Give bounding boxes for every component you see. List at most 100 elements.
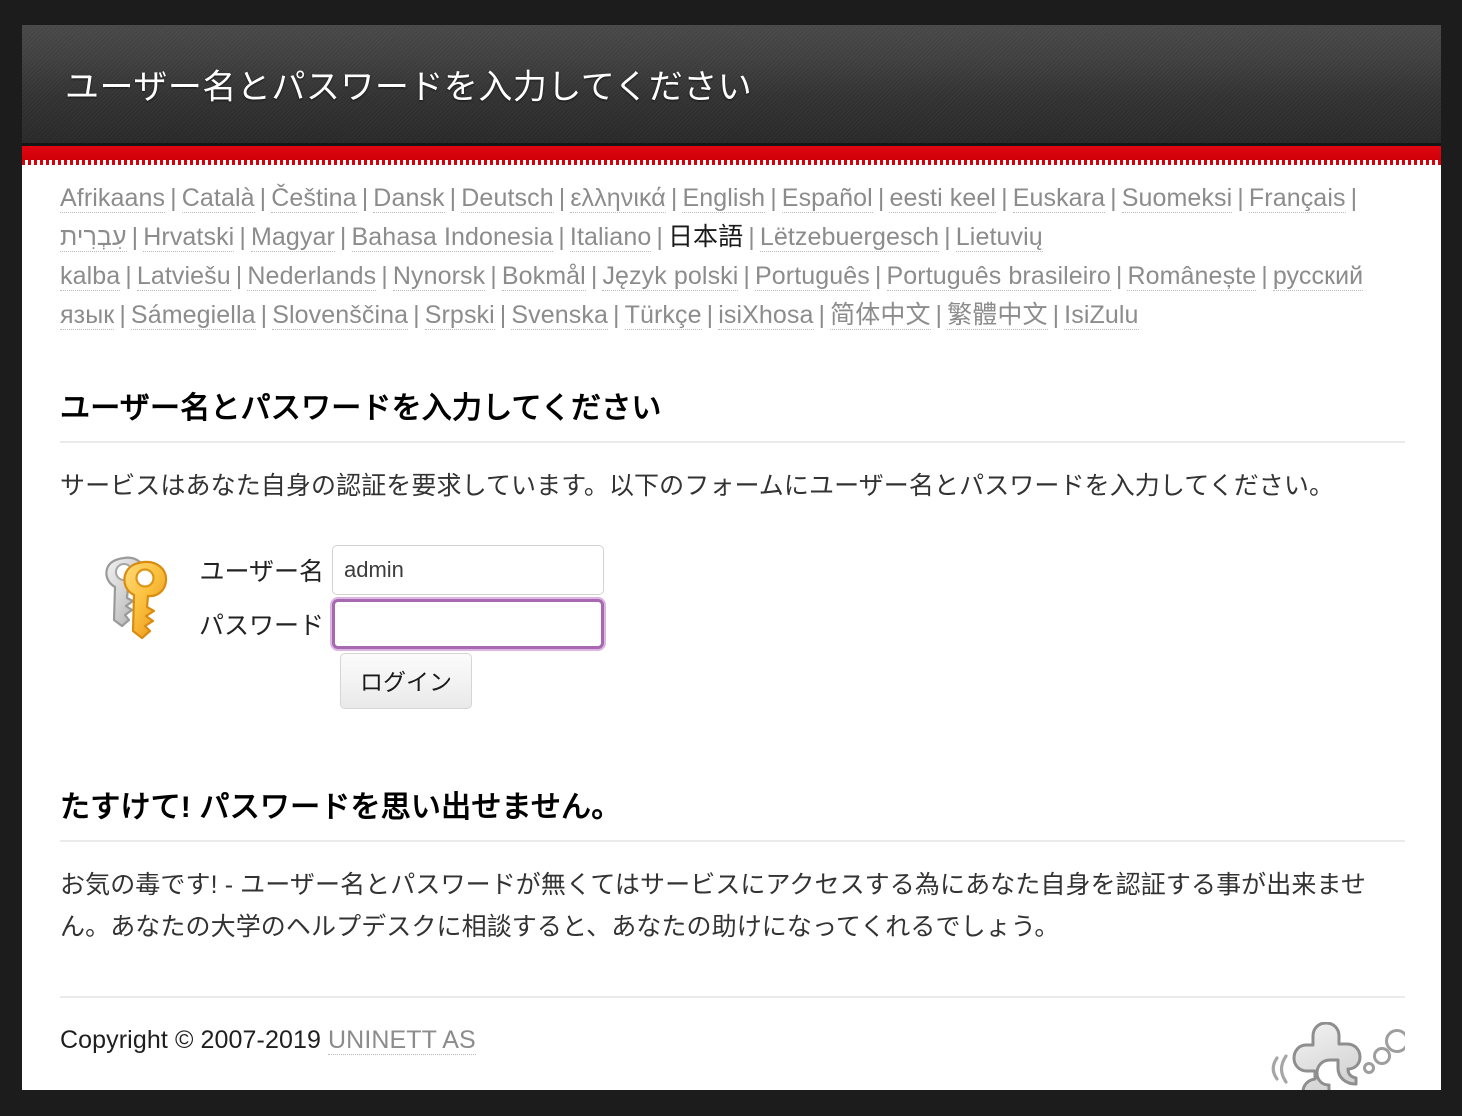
language-link-2[interactable]: Čeština xyxy=(271,184,356,213)
language-separator: | xyxy=(553,223,570,251)
language-separator: | xyxy=(256,301,273,329)
credentials-table: ユーザー名 パスワード ログイン xyxy=(190,545,604,709)
language-separator: | xyxy=(165,184,182,212)
language-separator: | xyxy=(586,262,603,290)
login-heading: ユーザー名とパスワードを入力してください xyxy=(60,383,1405,443)
page-header: ユーザー名とパスワードを入力してください xyxy=(22,25,1441,146)
red-accent-bar xyxy=(22,146,1441,160)
language-link-8[interactable]: eesti keel xyxy=(889,184,996,213)
language-link-25[interactable]: Português xyxy=(755,262,870,291)
page-title: ユーザー名とパスワードを入力してください xyxy=(65,60,752,109)
language-link-35[interactable]: 简体中文 xyxy=(830,301,930,330)
language-separator: | xyxy=(231,262,248,290)
keys-icon xyxy=(100,550,176,662)
language-separator: | xyxy=(931,301,948,329)
language-link-20[interactable]: Latviešu xyxy=(137,262,231,291)
copyright-text: Copyright © 2007-2019 xyxy=(60,1026,321,1054)
language-separator: | xyxy=(651,223,668,251)
language-separator: | xyxy=(873,184,890,212)
language-separator: | xyxy=(1346,184,1363,212)
language-separator: | xyxy=(1256,262,1273,290)
language-separator: | xyxy=(127,223,144,251)
language-link-31[interactable]: Srpski xyxy=(425,301,495,330)
password-field-wrapper[interactable] xyxy=(332,599,604,649)
language-link-3[interactable]: Dansk xyxy=(373,184,444,213)
language-separator: | xyxy=(357,184,374,212)
language-link-13[interactable]: Hrvatski xyxy=(143,223,234,252)
language-separator: | xyxy=(666,184,683,212)
language-link-34[interactable]: isiXhosa xyxy=(718,301,813,330)
password-row: パスワード xyxy=(190,599,604,649)
simplesamlphp-puzzle-logo xyxy=(1265,1022,1405,1090)
language-separator: | xyxy=(996,184,1013,212)
language-link-11[interactable]: Français xyxy=(1249,184,1346,213)
language-link-26[interactable]: Português brasileiro xyxy=(887,262,1111,291)
language-link-21[interactable]: Nederlands xyxy=(247,262,376,291)
language-link-14[interactable]: Magyar xyxy=(251,223,335,252)
language-separator: | xyxy=(1048,301,1065,329)
login-description: サービスはあなた自身の認証を要求しています。以下のフォームにユーザー名とパスワー… xyxy=(60,465,1390,507)
language-separator: | xyxy=(1111,262,1128,290)
language-selector[interactable]: Afrikaans|Català|Čeština|Dansk|Deutsch|ε… xyxy=(22,165,1441,341)
footer-divider xyxy=(60,996,1405,998)
language-link-18[interactable]: Lëtzebuergesch xyxy=(760,223,939,252)
language-link-6[interactable]: English xyxy=(682,184,765,213)
login-form: ユーザー名 パスワード ログイン xyxy=(60,545,1405,740)
language-link-0[interactable]: Afrikaans xyxy=(60,184,165,213)
language-separator: | xyxy=(114,301,131,329)
language-separator: | xyxy=(495,301,512,329)
language-link-24[interactable]: Język polski xyxy=(602,262,738,291)
uninett-link[interactable]: UNINETT AS xyxy=(328,1026,476,1055)
language-separator: | xyxy=(554,184,571,212)
language-separator: | xyxy=(445,184,462,212)
language-link-30[interactable]: Slovenščina xyxy=(272,301,408,330)
language-link-16[interactable]: Italiano xyxy=(570,223,651,252)
username-label: ユーザー名 xyxy=(190,552,332,588)
language-separator: | xyxy=(939,223,956,251)
username-input[interactable] xyxy=(332,545,604,595)
language-separator: | xyxy=(743,223,760,251)
language-link-15[interactable]: Bahasa Indonesia xyxy=(352,223,554,252)
language-separator: | xyxy=(485,262,502,290)
username-row: ユーザー名 xyxy=(190,545,604,595)
main-content: ユーザー名とパスワードを入力してください サービスはあなた自身の認証を要求してい… xyxy=(22,383,1441,1090)
language-separator: | xyxy=(1232,184,1249,212)
help-body: お気の毒です! - ユーザー名とパスワードが無くてはサービスにアクセスする為にあ… xyxy=(60,864,1390,948)
language-separator: | xyxy=(120,262,137,290)
copyright: Copyright © 2007-2019 UNINETT AS xyxy=(60,1026,1405,1055)
password-label: パスワード xyxy=(190,606,332,642)
login-button[interactable]: ログイン xyxy=(340,653,472,709)
page-container: ユーザー名とパスワードを入力してください Afrikaans|Català|Če… xyxy=(22,25,1441,1090)
language-link-23[interactable]: Bokmål xyxy=(502,262,586,291)
language-separator: | xyxy=(870,262,887,290)
language-separator: | xyxy=(234,223,251,251)
language-link-4[interactable]: Deutsch xyxy=(461,184,553,213)
language-link-33[interactable]: Türkçe xyxy=(625,301,702,330)
help-heading: たすけて! パスワードを思い出せません。 xyxy=(60,782,1405,842)
language-separator: | xyxy=(1105,184,1122,212)
language-separator: | xyxy=(608,301,625,329)
password-input[interactable] xyxy=(335,602,601,646)
language-separator: | xyxy=(814,301,831,329)
language-separator: | xyxy=(255,184,272,212)
language-link-29[interactable]: Sámegiella xyxy=(131,301,256,330)
language-link-10[interactable]: Suomeksi xyxy=(1122,184,1233,213)
language-separator: | xyxy=(376,262,393,290)
language-separator: | xyxy=(702,301,719,329)
language-link-9[interactable]: Euskara xyxy=(1013,184,1105,213)
language-link-37[interactable]: IsiZulu xyxy=(1064,301,1138,330)
language-link-5[interactable]: ελληνικά xyxy=(570,184,666,213)
language-link-36[interactable]: 繁體中文 xyxy=(947,301,1047,330)
language-link-22[interactable]: Nynorsk xyxy=(393,262,485,291)
language-link-32[interactable]: Svenska xyxy=(511,301,608,330)
language-separator: | xyxy=(408,301,425,329)
language-link-12[interactable]: עִבְרִית xyxy=(60,223,127,252)
page-footer: Copyright © 2007-2019 UNINETT AS xyxy=(60,1026,1405,1090)
language-separator: | xyxy=(738,262,755,290)
submit-row: ログイン xyxy=(190,653,604,709)
language-link-1[interactable]: Català xyxy=(182,184,255,213)
language-link-7[interactable]: Español xyxy=(782,184,873,213)
language-link-17: 日本語 xyxy=(668,223,743,251)
language-link-27[interactable]: Românește xyxy=(1127,262,1256,291)
language-separator: | xyxy=(765,184,782,212)
